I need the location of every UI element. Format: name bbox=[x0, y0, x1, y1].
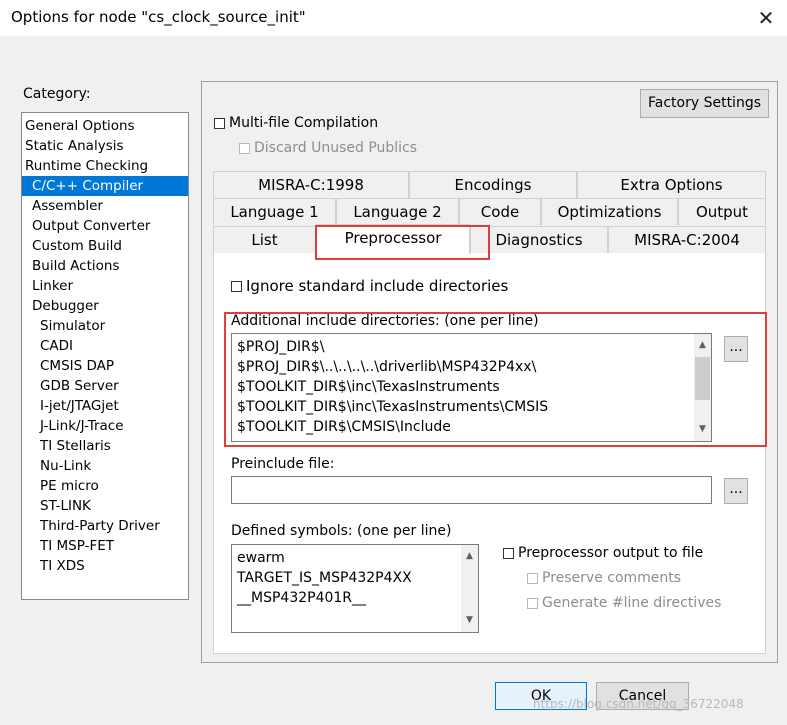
close-icon[interactable]: ✕ bbox=[752, 4, 780, 32]
category-item[interactable]: Output Converter bbox=[22, 216, 188, 236]
scroll-up-icon[interactable]: ▲ bbox=[694, 337, 711, 354]
preprocessor-output-option[interactable]: Preprocessor output to file bbox=[503, 545, 703, 561]
symbols-scroll-down-icon[interactable]: ▼ bbox=[461, 612, 478, 629]
discard-unused-option: Discard Unused Publics bbox=[239, 140, 417, 156]
tab-output[interactable]: Output bbox=[678, 198, 766, 225]
defined-symbol-line[interactable]: TARGET_IS_MSP432P4XX bbox=[232, 568, 478, 588]
ignore-std-include-option[interactable]: Ignore standard include directories bbox=[231, 277, 508, 295]
preprocessor-output-label: Preprocessor output to file bbox=[518, 545, 704, 561]
category-item[interactable]: Third-Party Driver bbox=[22, 516, 188, 536]
include-dir-line[interactable]: $TOOLKIT_DIR$\CMSIS\Include bbox=[232, 417, 711, 437]
category-item[interactable]: GDB Server bbox=[22, 376, 188, 396]
defined-symbols-list[interactable]: ewarm TARGET_IS_MSP432P4XX __MSP432P401R__… bbox=[231, 544, 479, 633]
preserve-comments-checkbox bbox=[527, 572, 538, 584]
tab-language-2[interactable]: Language 2 bbox=[336, 198, 459, 225]
category-item[interactable]: Runtime Checking bbox=[22, 156, 188, 176]
tab-list[interactable]: List bbox=[213, 226, 316, 253]
include-dirs-browse-button[interactable]: ... bbox=[724, 336, 748, 362]
include-dirs-scrollbar[interactable]: ▲ ▼ bbox=[694, 334, 711, 441]
title-bar: Options for node "cs_clock_source_init" … bbox=[0, 0, 787, 36]
category-item[interactable]: CADI bbox=[22, 336, 188, 356]
category-item[interactable]: CMSIS DAP bbox=[22, 356, 188, 376]
discard-unused-label: Discard Unused Publics bbox=[254, 140, 418, 156]
multi-file-compilation-option[interactable]: Multi-file Compilation bbox=[214, 115, 378, 131]
tab-misra-1998[interactable]: MISRA-C:1998 bbox=[213, 171, 409, 198]
preserve-comments-label: Preserve comments bbox=[542, 570, 682, 586]
category-item[interactable]: Build Actions bbox=[22, 256, 188, 276]
category-item[interactable]: J-Link/J-Trace bbox=[22, 416, 188, 436]
multi-file-label: Multi-file Compilation bbox=[229, 115, 379, 131]
defined-symbol-line[interactable]: __MSP432P401R__ bbox=[232, 588, 478, 608]
category-item[interactable]: TI Stellaris bbox=[22, 436, 188, 456]
category-item[interactable]: Debugger bbox=[22, 296, 188, 316]
tab-extra-options[interactable]: Extra Options bbox=[577, 171, 766, 198]
include-dirs-list[interactable]: $PROJ_DIR$\ $PROJ_DIR$\..\..\..\..\driver… bbox=[231, 333, 712, 442]
window-title: Options for node "cs_clock_source_init" bbox=[11, 8, 306, 26]
generate-line-option: Generate #line directives bbox=[527, 595, 721, 611]
category-item[interactable]: ST-LINK bbox=[22, 496, 188, 516]
defined-symbols-label: Defined symbols: (one per line) bbox=[231, 523, 452, 539]
include-dir-line[interactable]: $PROJ_DIR$\ bbox=[232, 337, 711, 357]
category-item[interactable]: Simulator bbox=[22, 316, 188, 336]
preinclude-input[interactable] bbox=[231, 476, 712, 504]
preinclude-label: Preinclude file: bbox=[231, 456, 335, 472]
category-item[interactable]: C/C++ Compiler bbox=[22, 176, 188, 196]
tab-code[interactable]: Code bbox=[459, 198, 541, 225]
multi-file-checkbox[interactable] bbox=[214, 117, 225, 129]
discard-unused-checkbox bbox=[239, 142, 250, 154]
watermark: https://blog.csdn.net/qq_36722048 bbox=[533, 697, 744, 711]
preserve-comments-option: Preserve comments bbox=[527, 570, 681, 586]
category-item[interactable]: Nu-Link bbox=[22, 456, 188, 476]
category-item[interactable]: I-jet/JTAGjet bbox=[22, 396, 188, 416]
include-dir-line[interactable]: $PROJ_DIR$\..\..\..\..\driverlib\MSP432P… bbox=[232, 357, 711, 377]
defined-symbol-line[interactable]: ewarm bbox=[232, 548, 478, 568]
preprocessor-output-checkbox[interactable] bbox=[503, 547, 514, 559]
defined-symbols-scrollbar[interactable]: ▲ ▼ bbox=[461, 545, 478, 632]
ignore-std-include-checkbox[interactable] bbox=[231, 281, 242, 292]
tab-language-1[interactable]: Language 1 bbox=[213, 198, 336, 225]
tab-preprocessor[interactable]: Preprocessor bbox=[316, 224, 470, 254]
generate-line-checkbox bbox=[527, 597, 538, 609]
tab-optimizations[interactable]: Optimizations bbox=[541, 198, 678, 225]
tab-diagnostics[interactable]: Diagnostics bbox=[470, 226, 608, 253]
category-item[interactable]: TI XDS bbox=[22, 556, 188, 576]
include-dirs-label: Additional include directories: (one per… bbox=[231, 313, 539, 329]
category-label: Category: bbox=[23, 86, 91, 102]
factory-settings-button[interactable]: Factory Settings bbox=[640, 89, 769, 118]
category-item[interactable]: PE micro bbox=[22, 476, 188, 496]
category-list[interactable]: General Options Static Analysis Runtime Ch… bbox=[21, 112, 189, 600]
scroll-thumb[interactable] bbox=[695, 357, 710, 400]
ignore-std-include-label: Ignore standard include directories bbox=[246, 277, 509, 295]
generate-line-label: Generate #line directives bbox=[542, 595, 722, 611]
category-item[interactable]: Linker bbox=[22, 276, 188, 296]
tab-misra-2004[interactable]: MISRA-C:2004 bbox=[608, 226, 766, 253]
tab-encodings[interactable]: Encodings bbox=[409, 171, 577, 198]
category-item[interactable]: General Options bbox=[22, 116, 188, 136]
category-item[interactable]: TI MSP-FET bbox=[22, 536, 188, 556]
category-item[interactable]: Custom Build bbox=[22, 236, 188, 256]
scroll-down-icon[interactable]: ▼ bbox=[694, 421, 711, 438]
category-item[interactable]: Static Analysis bbox=[22, 136, 188, 156]
include-dir-line[interactable]: $TOOLKIT_DIR$\inc\TexasInstruments\CMSIS bbox=[232, 397, 711, 417]
include-dir-line[interactable]: $TOOLKIT_DIR$\inc\TexasInstruments bbox=[232, 377, 711, 397]
symbols-scroll-up-icon[interactable]: ▲ bbox=[461, 548, 478, 565]
category-item[interactable]: Assembler bbox=[22, 196, 188, 216]
preinclude-browse-button[interactable]: ... bbox=[724, 478, 748, 504]
